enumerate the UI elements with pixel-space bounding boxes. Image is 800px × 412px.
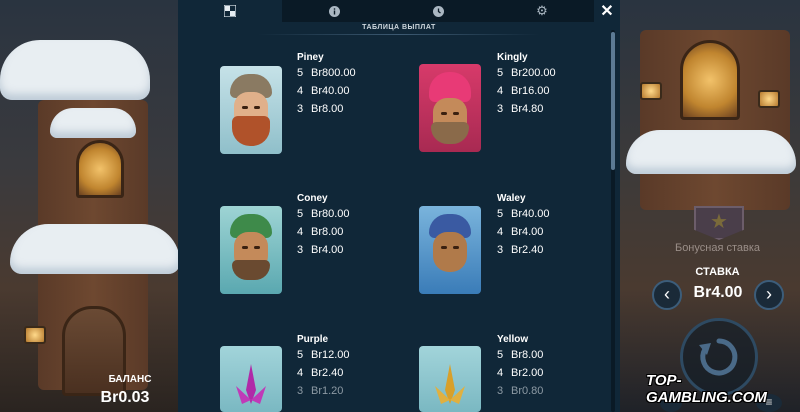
lantern-icon bbox=[24, 326, 46, 344]
symbol-purple-leaf-icon bbox=[220, 346, 282, 412]
bonus-bet-label: Бонусная ставка bbox=[674, 242, 761, 254]
ledge-snow bbox=[10, 224, 180, 274]
modal-tab-bar: ⚙ ✕ bbox=[178, 0, 620, 22]
pay-row: 3 Br1.20 bbox=[297, 385, 344, 397]
chevron-left-icon: ‹ bbox=[664, 284, 670, 304]
pay-row: 3 Br0.80 bbox=[497, 385, 544, 397]
pay-row: 5 Br80.00 bbox=[297, 208, 350, 220]
paytable-modal: ⚙ ✕ ТАБЛИЦА ВЫПЛАТ Piney 5 Br800.00 4 Br40… bbox=[178, 0, 620, 412]
scrollbar-thumb[interactable] bbox=[611, 32, 615, 170]
symbol-kingly-icon bbox=[419, 64, 481, 152]
paytable-icon bbox=[224, 5, 236, 17]
symbol-name: Coney bbox=[297, 193, 328, 204]
pay-row: 4 Br2.00 bbox=[497, 367, 544, 379]
symbol-yellow-leaf-icon bbox=[419, 346, 481, 412]
house-window bbox=[76, 140, 124, 198]
pay-row: 5 Br200.00 bbox=[497, 67, 556, 79]
pay-row: 3 Br8.00 bbox=[297, 103, 344, 115]
pay-row: 4 Br4.00 bbox=[497, 226, 544, 238]
symbol-name: Yellow bbox=[497, 334, 529, 345]
window-snow bbox=[50, 108, 136, 138]
symbol-name: Purple bbox=[297, 334, 329, 345]
symbol-name: Kingly bbox=[497, 52, 528, 63]
title-divider bbox=[258, 34, 540, 35]
tab-paytable[interactable] bbox=[178, 0, 282, 22]
section-title: ТАБЛИЦА ВЫПЛАТ bbox=[362, 24, 436, 31]
house-window bbox=[680, 40, 740, 120]
balance-value: Br0.03 bbox=[100, 389, 150, 406]
symbol-coney-icon bbox=[220, 206, 282, 294]
game-screen: ★ Бонусная ставка СТАВКА ‹ Br4.00 › ≡ БА… bbox=[0, 0, 800, 412]
pay-row: 3 Br4.00 bbox=[297, 244, 344, 256]
symbol-name: Waley bbox=[497, 193, 526, 204]
history-icon bbox=[432, 5, 444, 17]
roof-snow bbox=[0, 40, 150, 100]
watermark: TOP-GAMBLING.COM bbox=[646, 372, 767, 406]
pay-row: 5 Br40.00 bbox=[497, 208, 550, 220]
increase-stake-button[interactable]: › bbox=[754, 280, 784, 310]
background-left-house bbox=[0, 0, 180, 412]
roof-snow bbox=[626, 130, 796, 174]
close-button[interactable]: ✕ bbox=[594, 0, 620, 22]
pay-row: 4 Br2.40 bbox=[297, 367, 344, 379]
chevron-right-icon: › bbox=[766, 284, 772, 304]
symbol-waley-icon bbox=[419, 206, 481, 294]
settings-icon: ⚙ bbox=[536, 3, 548, 18]
stake-label: СТАВКА bbox=[695, 266, 740, 278]
balance-label: БАЛАНС bbox=[108, 374, 152, 385]
pay-row: 4 Br40.00 bbox=[297, 85, 350, 97]
leaf-icon bbox=[236, 364, 266, 404]
pay-row: 5 Br8.00 bbox=[497, 349, 544, 361]
star-icon: ★ bbox=[710, 211, 728, 233]
pay-row: 5 Br12.00 bbox=[297, 349, 350, 361]
symbol-piney-icon bbox=[220, 66, 282, 154]
pay-row: 3 Br2.40 bbox=[497, 244, 544, 256]
symbol-name: Piney bbox=[297, 52, 324, 63]
lantern-icon bbox=[640, 82, 662, 100]
leaf-icon bbox=[435, 364, 465, 404]
info-icon bbox=[328, 5, 340, 17]
lantern-icon bbox=[758, 90, 780, 108]
pay-row: 4 Br16.00 bbox=[497, 85, 550, 97]
pay-row: 3 Br4.80 bbox=[497, 103, 544, 115]
close-icon: ✕ bbox=[600, 3, 614, 20]
tab-info[interactable] bbox=[282, 0, 386, 22]
pay-row: 4 Br8.00 bbox=[297, 226, 344, 238]
decrease-stake-button[interactable]: ‹ bbox=[652, 280, 682, 310]
pay-row: 5 Br800.00 bbox=[297, 67, 356, 79]
stake-value: Br4.00 bbox=[693, 284, 743, 301]
tab-history[interactable] bbox=[386, 0, 490, 22]
tab-settings[interactable]: ⚙ bbox=[490, 0, 594, 22]
